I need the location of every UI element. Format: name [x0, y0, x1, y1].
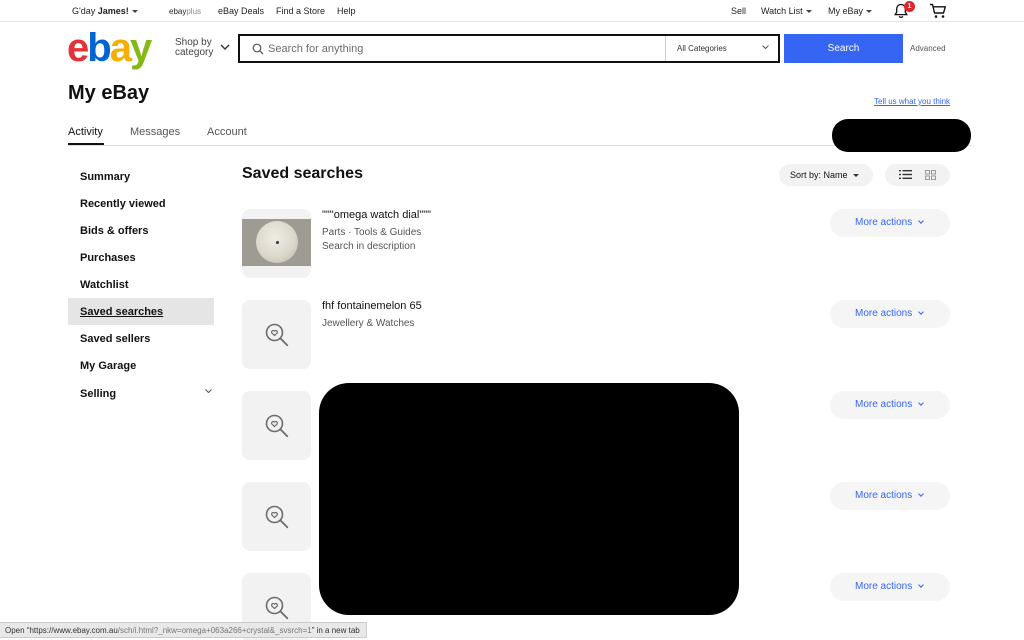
feedback-link[interactable]: Tell us what you think	[874, 97, 950, 106]
browser-status-bar: Open “https://www.ebay.com.au/sch/i.html…	[0, 622, 367, 638]
chevron-down-icon	[918, 582, 925, 588]
ebay-plus-plus-text: plus	[186, 7, 202, 16]
greeting[interactable]: G'day James!	[72, 6, 138, 16]
chevron-down-icon	[852, 174, 859, 177]
dial-face	[256, 221, 298, 263]
sidebar-item-selling[interactable]: Selling	[68, 380, 214, 407]
sort-button[interactable]: Sort by: Name	[779, 164, 873, 186]
saved-search-title[interactable]: fhf fontainemelon 65	[322, 300, 422, 312]
saved-search-note: Search in description	[322, 241, 416, 252]
saved-search-category: Jewellery & Watches	[322, 318, 415, 329]
page-title: My eBay	[68, 82, 150, 104]
sidebar-item-recently-viewed[interactable]: Recently viewed	[68, 190, 214, 217]
item-thumbnail[interactable]	[242, 209, 311, 278]
find-store-link[interactable]: Find a Store	[276, 6, 325, 16]
sidebar-item-saved-searches[interactable]: Saved searches	[68, 298, 214, 325]
section-title: Saved searches	[242, 165, 363, 182]
more-actions-button[interactable]: More actions	[830, 209, 950, 237]
logo-letter-a: a	[109, 26, 132, 70]
chevron-down-icon	[131, 10, 138, 13]
more-actions-label: More actions	[855, 581, 913, 592]
watch-list-label: Watch List	[761, 6, 803, 16]
saved-search-row[interactable]: fhf fontainemelon 65 Jewellery & Watches…	[242, 300, 952, 370]
help-link[interactable]: Help	[337, 6, 356, 16]
more-actions-button[interactable]: More actions	[830, 482, 950, 510]
divider	[665, 36, 666, 61]
status-url-host: Open “https://www.ebay.com.au	[5, 626, 118, 635]
search-bar: All Categories	[238, 34, 780, 63]
category-label: category	[175, 47, 214, 58]
my-ebay-label: My eBay	[828, 6, 864, 16]
sidebar-item-saved-sellers[interactable]: Saved sellers	[68, 325, 214, 352]
sidebar-item-summary[interactable]: Summary	[68, 163, 214, 190]
more-actions-button[interactable]: More actions	[830, 573, 950, 601]
dial-center	[276, 241, 279, 244]
chevron-down-icon	[805, 10, 812, 13]
status-url-suffix: ” in a new tab	[311, 626, 360, 635]
search-button[interactable]: Search	[784, 34, 903, 63]
sidebar-item-my-garage[interactable]: My Garage	[68, 352, 214, 379]
redacted-area	[832, 119, 971, 152]
saved-search-category: Parts · Tools & Guides	[322, 227, 422, 238]
ebay-logo[interactable]: ebay	[67, 26, 152, 70]
search-input[interactable]	[268, 40, 658, 58]
ebay-plus-link[interactable]: ebayplus	[169, 7, 201, 16]
logo-letter-b: b	[87, 26, 111, 70]
chevron-down-icon	[220, 44, 230, 50]
chevron-down-icon	[762, 45, 769, 50]
saved-search-title[interactable]: """omega watch dial"""	[322, 209, 431, 221]
sidebar-item-purchases[interactable]: Purchases	[68, 244, 214, 271]
more-actions-label: More actions	[855, 490, 913, 501]
chevron-down-icon[interactable]	[205, 389, 212, 394]
chevron-down-icon	[918, 400, 925, 406]
more-actions-button[interactable]: More actions	[830, 391, 950, 419]
saved-search-row[interactable]: """omega watch dial""" Parts · Tools & G…	[242, 209, 952, 279]
search-icon	[252, 43, 264, 55]
greeting-text: G'day	[72, 6, 96, 16]
cart-icon[interactable]	[929, 3, 947, 19]
ebay-plus-ebay-text: ebay	[169, 7, 187, 16]
chevron-down-icon	[866, 10, 873, 13]
chevron-down-icon	[918, 309, 925, 315]
logo-letter-e: e	[67, 26, 89, 70]
ebay-deals-link[interactable]: eBay Deals	[218, 6, 264, 16]
my-ebay-link[interactable]: My eBay	[828, 6, 873, 16]
global-header-bar: G'day James! ebayplus eBay Deals Find a …	[0, 0, 1024, 22]
item-thumbnail[interactable]	[242, 300, 311, 369]
saved-search-icon	[265, 596, 289, 620]
item-thumbnail[interactable]	[242, 391, 311, 460]
logo-letter-y: y	[129, 26, 152, 70]
saved-search-icon	[265, 323, 289, 347]
shop-by-category-button[interactable]: Shop by category	[175, 38, 213, 58]
sort-label: Sort by: Name	[790, 170, 848, 180]
notification-badge: 1	[904, 1, 915, 12]
user-name: James!	[97, 6, 129, 16]
watch-dial-photo	[242, 219, 311, 266]
chevron-down-icon	[918, 218, 925, 224]
status-url-path: /sch/i.html?_nkw=omega+063a266+crystal&_…	[117, 626, 312, 635]
more-actions-button[interactable]: More actions	[830, 300, 950, 328]
grid-view-icon[interactable]	[925, 170, 936, 180]
saved-search-icon	[265, 505, 289, 529]
list-view-icon[interactable]	[899, 169, 912, 180]
advanced-search-link[interactable]: Advanced	[910, 44, 946, 53]
sidebar-item-bids-offers[interactable]: Bids & offers	[68, 217, 214, 244]
more-actions-label: More actions	[855, 217, 913, 228]
chevron-down-icon	[918, 491, 925, 497]
watch-list-link[interactable]: Watch List	[761, 6, 812, 16]
more-actions-label: More actions	[855, 399, 913, 410]
tab-activity[interactable]: Activity	[68, 126, 103, 138]
saved-search-icon	[265, 414, 289, 438]
view-toggle	[885, 164, 950, 186]
sidebar-item-watchlist[interactable]: Watchlist	[68, 271, 214, 298]
tab-messages[interactable]: Messages	[130, 126, 180, 138]
category-select[interactable]: All Categories	[677, 44, 727, 53]
tab-account[interactable]: Account	[207, 126, 247, 138]
item-thumbnail[interactable]	[242, 482, 311, 551]
redacted-area	[319, 383, 739, 615]
sell-link[interactable]: Sell	[731, 6, 746, 16]
more-actions-label: More actions	[855, 308, 913, 319]
